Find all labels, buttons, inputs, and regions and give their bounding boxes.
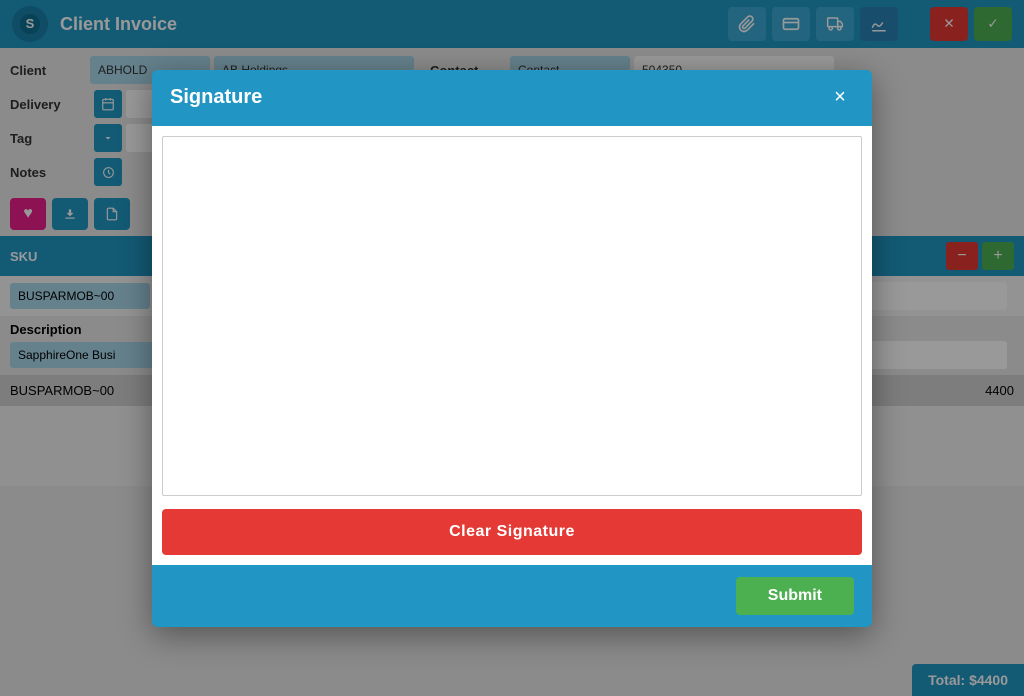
signature-canvas[interactable] <box>162 136 862 496</box>
clear-signature-button[interactable]: Clear Signature <box>162 509 862 555</box>
modal-header: Signature × <box>152 70 872 126</box>
submit-button[interactable]: Submit <box>736 577 854 615</box>
modal-overlay: Signature × Clear Signature Submit <box>0 0 1024 696</box>
modal-close-icon: × <box>834 86 846 109</box>
signature-modal: Signature × Clear Signature Submit <box>152 70 872 627</box>
modal-footer: Submit <box>152 565 872 627</box>
modal-close-button[interactable]: × <box>826 84 854 112</box>
modal-title: Signature <box>170 86 262 109</box>
modal-body: Clear Signature <box>152 126 872 565</box>
app-container: S Client Invoice ✕ ✓ <box>0 0 1024 696</box>
